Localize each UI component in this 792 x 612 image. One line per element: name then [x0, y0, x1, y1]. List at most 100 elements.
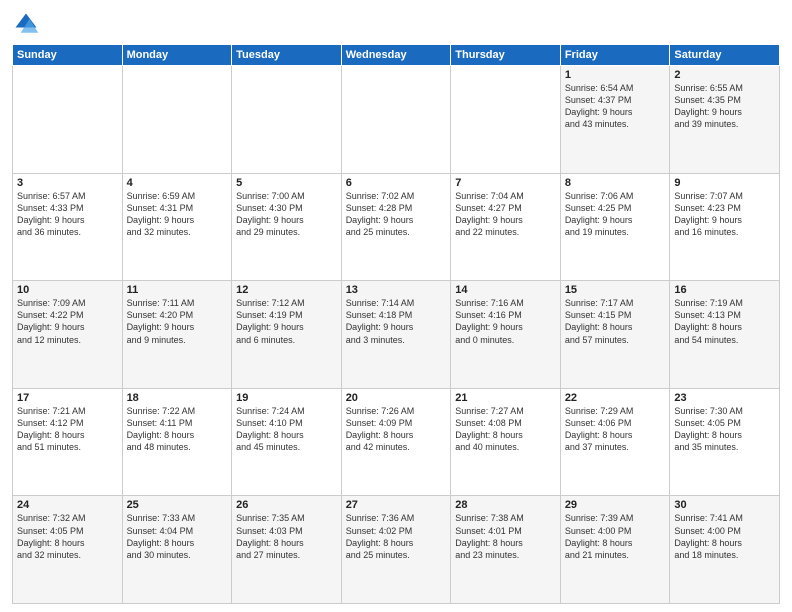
- calendar-cell: 6Sunrise: 7:02 AM Sunset: 4:28 PM Daylig…: [341, 173, 451, 281]
- calendar-cell: 24Sunrise: 7:32 AM Sunset: 4:05 PM Dayli…: [13, 496, 123, 604]
- day-info: Sunrise: 7:09 AM Sunset: 4:22 PM Dayligh…: [17, 297, 118, 346]
- day-info: Sunrise: 7:22 AM Sunset: 4:11 PM Dayligh…: [127, 405, 228, 454]
- calendar-cell: 3Sunrise: 6:57 AM Sunset: 4:33 PM Daylig…: [13, 173, 123, 281]
- day-info: Sunrise: 7:02 AM Sunset: 4:28 PM Dayligh…: [346, 190, 447, 239]
- day-info: Sunrise: 6:55 AM Sunset: 4:35 PM Dayligh…: [674, 82, 775, 131]
- calendar-cell: 14Sunrise: 7:16 AM Sunset: 4:16 PM Dayli…: [451, 281, 561, 389]
- day-number: 9: [674, 177, 775, 189]
- page: SundayMondayTuesdayWednesdayThursdayFrid…: [0, 0, 792, 612]
- day-number: 22: [565, 392, 666, 404]
- day-info: Sunrise: 7:27 AM Sunset: 4:08 PM Dayligh…: [455, 405, 556, 454]
- day-number: 16: [674, 284, 775, 296]
- calendar-cell: 13Sunrise: 7:14 AM Sunset: 4:18 PM Dayli…: [341, 281, 451, 389]
- calendar-cell: 2Sunrise: 6:55 AM Sunset: 4:35 PM Daylig…: [670, 66, 780, 174]
- day-number: 11: [127, 284, 228, 296]
- calendar-cell: 25Sunrise: 7:33 AM Sunset: 4:04 PM Dayli…: [122, 496, 232, 604]
- calendar-cell: 1Sunrise: 6:54 AM Sunset: 4:37 PM Daylig…: [560, 66, 670, 174]
- calendar-cell: 29Sunrise: 7:39 AM Sunset: 4:00 PM Dayli…: [560, 496, 670, 604]
- day-number: 7: [455, 177, 556, 189]
- calendar-cell: 20Sunrise: 7:26 AM Sunset: 4:09 PM Dayli…: [341, 388, 451, 496]
- day-info: Sunrise: 7:38 AM Sunset: 4:01 PM Dayligh…: [455, 512, 556, 561]
- calendar-cell: 9Sunrise: 7:07 AM Sunset: 4:23 PM Daylig…: [670, 173, 780, 281]
- calendar-cell: 5Sunrise: 7:00 AM Sunset: 4:30 PM Daylig…: [232, 173, 342, 281]
- calendar-cell: 7Sunrise: 7:04 AM Sunset: 4:27 PM Daylig…: [451, 173, 561, 281]
- day-info: Sunrise: 7:16 AM Sunset: 4:16 PM Dayligh…: [455, 297, 556, 346]
- day-number: 23: [674, 392, 775, 404]
- day-info: Sunrise: 6:54 AM Sunset: 4:37 PM Dayligh…: [565, 82, 666, 131]
- day-info: Sunrise: 7:33 AM Sunset: 4:04 PM Dayligh…: [127, 512, 228, 561]
- day-info: Sunrise: 7:35 AM Sunset: 4:03 PM Dayligh…: [236, 512, 337, 561]
- day-number: 21: [455, 392, 556, 404]
- header: [12, 10, 780, 38]
- calendar-cell: [13, 66, 123, 174]
- logo: [12, 10, 44, 38]
- weekday-header-sunday: Sunday: [13, 45, 123, 66]
- calendar-table: SundayMondayTuesdayWednesdayThursdayFrid…: [12, 44, 780, 604]
- weekday-header-tuesday: Tuesday: [232, 45, 342, 66]
- weekday-header-thursday: Thursday: [451, 45, 561, 66]
- calendar-cell: [232, 66, 342, 174]
- weekday-header-friday: Friday: [560, 45, 670, 66]
- day-info: Sunrise: 6:59 AM Sunset: 4:31 PM Dayligh…: [127, 190, 228, 239]
- day-number: 14: [455, 284, 556, 296]
- day-info: Sunrise: 7:39 AM Sunset: 4:00 PM Dayligh…: [565, 512, 666, 561]
- logo-icon: [12, 10, 40, 38]
- day-number: 1: [565, 69, 666, 81]
- calendar-cell: 12Sunrise: 7:12 AM Sunset: 4:19 PM Dayli…: [232, 281, 342, 389]
- day-info: Sunrise: 7:07 AM Sunset: 4:23 PM Dayligh…: [674, 190, 775, 239]
- calendar-cell: 15Sunrise: 7:17 AM Sunset: 4:15 PM Dayli…: [560, 281, 670, 389]
- week-row-4: 17Sunrise: 7:21 AM Sunset: 4:12 PM Dayli…: [13, 388, 780, 496]
- calendar-cell: 30Sunrise: 7:41 AM Sunset: 4:00 PM Dayli…: [670, 496, 780, 604]
- calendar-cell: [341, 66, 451, 174]
- day-info: Sunrise: 7:24 AM Sunset: 4:10 PM Dayligh…: [236, 405, 337, 454]
- day-number: 2: [674, 69, 775, 81]
- day-info: Sunrise: 7:06 AM Sunset: 4:25 PM Dayligh…: [565, 190, 666, 239]
- day-number: 3: [17, 177, 118, 189]
- calendar-cell: 22Sunrise: 7:29 AM Sunset: 4:06 PM Dayli…: [560, 388, 670, 496]
- calendar-cell: [122, 66, 232, 174]
- calendar-cell: 18Sunrise: 7:22 AM Sunset: 4:11 PM Dayli…: [122, 388, 232, 496]
- day-number: 19: [236, 392, 337, 404]
- day-info: Sunrise: 7:30 AM Sunset: 4:05 PM Dayligh…: [674, 405, 775, 454]
- weekday-header-wednesday: Wednesday: [341, 45, 451, 66]
- day-info: Sunrise: 7:41 AM Sunset: 4:00 PM Dayligh…: [674, 512, 775, 561]
- calendar-cell: 21Sunrise: 7:27 AM Sunset: 4:08 PM Dayli…: [451, 388, 561, 496]
- day-info: Sunrise: 7:29 AM Sunset: 4:06 PM Dayligh…: [565, 405, 666, 454]
- week-row-5: 24Sunrise: 7:32 AM Sunset: 4:05 PM Dayli…: [13, 496, 780, 604]
- calendar-cell: 28Sunrise: 7:38 AM Sunset: 4:01 PM Dayli…: [451, 496, 561, 604]
- day-info: Sunrise: 7:32 AM Sunset: 4:05 PM Dayligh…: [17, 512, 118, 561]
- day-number: 20: [346, 392, 447, 404]
- day-info: Sunrise: 7:17 AM Sunset: 4:15 PM Dayligh…: [565, 297, 666, 346]
- weekday-header-saturday: Saturday: [670, 45, 780, 66]
- day-number: 10: [17, 284, 118, 296]
- calendar-cell: 8Sunrise: 7:06 AM Sunset: 4:25 PM Daylig…: [560, 173, 670, 281]
- calendar-cell: 17Sunrise: 7:21 AM Sunset: 4:12 PM Dayli…: [13, 388, 123, 496]
- calendar-cell: 26Sunrise: 7:35 AM Sunset: 4:03 PM Dayli…: [232, 496, 342, 604]
- day-number: 27: [346, 499, 447, 511]
- weekday-header-monday: Monday: [122, 45, 232, 66]
- day-info: Sunrise: 7:36 AM Sunset: 4:02 PM Dayligh…: [346, 512, 447, 561]
- day-info: Sunrise: 7:21 AM Sunset: 4:12 PM Dayligh…: [17, 405, 118, 454]
- week-row-1: 1Sunrise: 6:54 AM Sunset: 4:37 PM Daylig…: [13, 66, 780, 174]
- day-number: 18: [127, 392, 228, 404]
- day-number: 30: [674, 499, 775, 511]
- day-info: Sunrise: 7:12 AM Sunset: 4:19 PM Dayligh…: [236, 297, 337, 346]
- day-number: 12: [236, 284, 337, 296]
- calendar-cell: 27Sunrise: 7:36 AM Sunset: 4:02 PM Dayli…: [341, 496, 451, 604]
- day-info: Sunrise: 7:04 AM Sunset: 4:27 PM Dayligh…: [455, 190, 556, 239]
- day-number: 29: [565, 499, 666, 511]
- calendar-cell: 23Sunrise: 7:30 AM Sunset: 4:05 PM Dayli…: [670, 388, 780, 496]
- day-info: Sunrise: 7:00 AM Sunset: 4:30 PM Dayligh…: [236, 190, 337, 239]
- day-number: 4: [127, 177, 228, 189]
- calendar-cell: 4Sunrise: 6:59 AM Sunset: 4:31 PM Daylig…: [122, 173, 232, 281]
- day-number: 17: [17, 392, 118, 404]
- calendar-cell: 11Sunrise: 7:11 AM Sunset: 4:20 PM Dayli…: [122, 281, 232, 389]
- calendar-cell: [451, 66, 561, 174]
- week-row-3: 10Sunrise: 7:09 AM Sunset: 4:22 PM Dayli…: [13, 281, 780, 389]
- day-number: 24: [17, 499, 118, 511]
- day-number: 5: [236, 177, 337, 189]
- week-row-2: 3Sunrise: 6:57 AM Sunset: 4:33 PM Daylig…: [13, 173, 780, 281]
- day-info: Sunrise: 7:19 AM Sunset: 4:13 PM Dayligh…: [674, 297, 775, 346]
- day-number: 28: [455, 499, 556, 511]
- calendar-cell: 19Sunrise: 7:24 AM Sunset: 4:10 PM Dayli…: [232, 388, 342, 496]
